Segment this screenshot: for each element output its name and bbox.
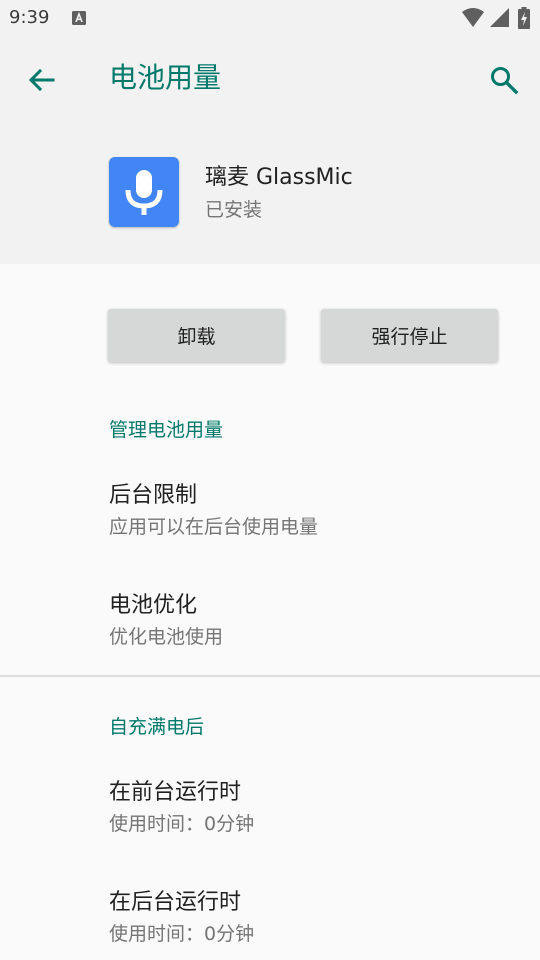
search-icon bbox=[491, 67, 519, 95]
status-bar: 9:39 bbox=[0, 0, 540, 36]
pref-title: 在后台运行时 bbox=[109, 890, 242, 915]
status-time: 9:39 bbox=[9, 7, 50, 28]
pref-summary: 优化电池使用 bbox=[109, 626, 224, 648]
signal-icon bbox=[490, 8, 509, 27]
app-icon bbox=[109, 157, 179, 227]
back-button[interactable] bbox=[26, 64, 58, 96]
pref-summary: 应用可以在后台使用电量 bbox=[109, 516, 319, 538]
page-title: 电池用量 bbox=[109, 61, 222, 94]
app-name: 璃麦 GlassMic bbox=[205, 165, 353, 190]
section-header-manage-battery: 管理电池用量 bbox=[109, 419, 224, 441]
uninstall-button[interactable]: 卸载 bbox=[108, 309, 285, 362]
battery-usage-screen: 9:39 电池用量 璃麦 GlassMic 已安装 卸载 强行停止 管理电池用量… bbox=[0, 0, 540, 960]
search-button[interactable] bbox=[488, 64, 520, 96]
pref-title: 在前台运行时 bbox=[109, 780, 242, 805]
background-usage-item[interactable]: 在后台运行时 使用时间：0分钟 bbox=[0, 888, 540, 960]
arrow-back-icon bbox=[28, 68, 55, 92]
pref-summary: 使用时间：0分钟 bbox=[109, 923, 255, 945]
pref-title: 后台限制 bbox=[109, 483, 198, 508]
force-stop-button[interactable]: 强行停止 bbox=[321, 309, 498, 362]
microphone-icon bbox=[125, 170, 163, 215]
background-restriction-item[interactable]: 后台限制 应用可以在后台使用电量 bbox=[0, 481, 540, 581]
app-bar: 电池用量 璃麦 GlassMic 已安装 bbox=[0, 36, 540, 264]
a-box-icon bbox=[72, 11, 86, 25]
pref-title: 电池优化 bbox=[109, 593, 198, 618]
section-divider bbox=[0, 675, 540, 677]
battery-charging-icon bbox=[518, 7, 530, 29]
foreground-usage-item[interactable]: 在前台运行时 使用时间：0分钟 bbox=[0, 778, 540, 878]
wifi-icon bbox=[462, 8, 484, 27]
pref-summary: 使用时间：0分钟 bbox=[109, 813, 255, 835]
section-header-since-full-charge: 自充满电后 bbox=[109, 716, 205, 738]
app-install-status: 已安装 bbox=[205, 199, 263, 221]
